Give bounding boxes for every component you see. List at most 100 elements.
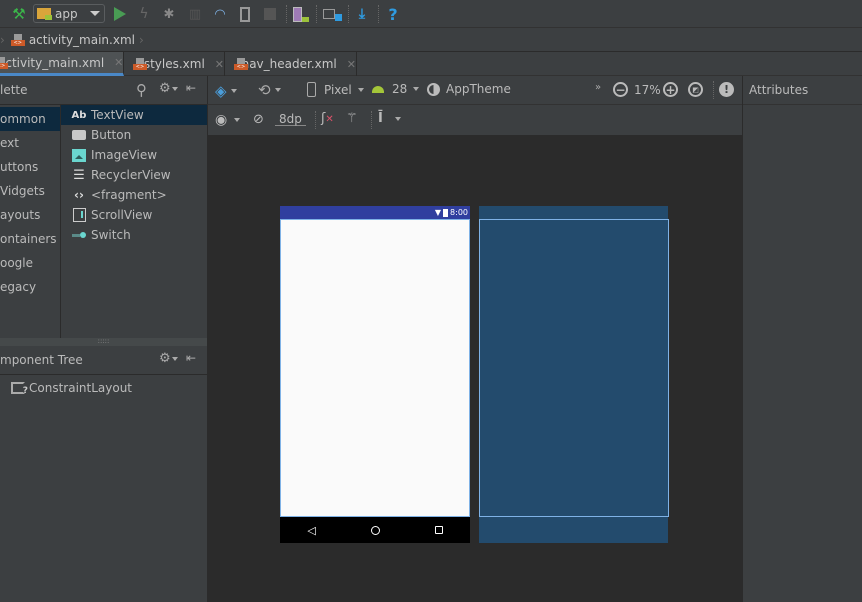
design-preview[interactable]: ▼ 8:00 ◁ <box>280 206 470 543</box>
palette-item-imageview[interactable]: ImageView <box>61 145 207 165</box>
breadcrumb-file[interactable]: activity_main.xml <box>29 33 135 47</box>
stop-icon[interactable] <box>262 4 278 24</box>
zoom-fit-icon: ◩ <box>688 82 703 97</box>
palette-item-label: TextView <box>91 108 144 122</box>
constraint-toolbar: ◉ ⊘ 8dp ʃ✕ ⚚ Ī <box>207 105 742 135</box>
overflow-icon[interactable]: » <box>595 82 601 93</box>
palette-item-label: ScrollView <box>91 208 153 222</box>
palette-item-switch[interactable]: Switch <box>61 225 207 245</box>
tab-label: activity_main.xml <box>0 55 105 70</box>
tab-nav-header[interactable]: nav_header.xml ✕ <box>225 52 357 76</box>
palette-item-button[interactable]: Button <box>61 125 207 145</box>
palette-category-layouts[interactable]: ayouts <box>0 203 60 227</box>
zoom-in-icon: + <box>663 82 678 97</box>
zoom-fit-button[interactable]: ◩ <box>688 82 703 97</box>
close-icon[interactable]: ✕ <box>215 58 224 71</box>
default-margin-select[interactable]: 8dp <box>275 112 306 126</box>
textview-icon: Ab <box>71 109 87 121</box>
status-bar: ▼ 8:00 <box>280 206 470 219</box>
clear-constraints-button[interactable]: ʃ✕ <box>321 111 334 126</box>
palette-header: lette ⚲ ⚙ ⇤ <box>0 76 207 105</box>
panel-splitter[interactable]: ::::: <box>0 338 207 346</box>
constraintlayout-preview[interactable] <box>280 219 470 517</box>
tab-label: nav_header.xml <box>241 57 337 71</box>
build-icon[interactable]: ⚒ <box>10 4 28 24</box>
palette-category-legacy[interactable]: egacy <box>0 275 60 299</box>
palette-category-widgets[interactable]: Vidgets <box>0 179 60 203</box>
xml-file-icon <box>10 33 25 46</box>
switch-icon <box>72 228 86 242</box>
hide-panel-icon[interactable]: ⇤ <box>186 81 196 95</box>
attributes-title: Attributes <box>749 83 809 97</box>
warnings-button[interactable]: ! <box>719 82 734 97</box>
palette-category-common[interactable]: ommon <box>0 107 60 131</box>
close-icon[interactable]: ✕ <box>347 58 356 71</box>
guidelines-button[interactable]: Ī <box>378 111 401 126</box>
scrollview-icon <box>72 208 86 222</box>
debug-icon[interactable]: ✱ <box>160 4 178 24</box>
autoconnect-toggle[interactable]: ⊘ <box>253 112 264 127</box>
fragment-icon: ‹› <box>74 188 84 202</box>
design-surface-button[interactable]: ◈ <box>215 82 237 100</box>
profiler-icon[interactable]: ◠ <box>211 4 229 24</box>
palette-category-google[interactable]: oogle <box>0 251 60 275</box>
toolbar-separator <box>286 5 287 23</box>
chevron-down-icon <box>90 11 100 16</box>
gear-icon[interactable]: ⚙ <box>159 81 178 96</box>
api-level-select[interactable]: 28 <box>372 82 420 96</box>
palette-item-textview[interactable]: Ab TextView <box>61 105 207 125</box>
orientation-button[interactable]: ⟲ <box>258 81 281 99</box>
zoom-out-button[interactable]: − <box>613 82 628 97</box>
align-icon: Ī <box>378 111 383 126</box>
clear-constraints-icon: ʃ✕ <box>321 111 334 126</box>
profile-icon[interactable]: ▥ <box>186 4 204 24</box>
palette-categories: ommon ext uttons Vidgets ayouts ontainer… <box>0 105 61 338</box>
layers-icon: ◈ <box>215 82 227 100</box>
palette-item-label: RecyclerView <box>91 168 171 182</box>
component-tree-title: mponent Tree <box>0 353 83 367</box>
blueprint-preview[interactable] <box>479 206 669 543</box>
magnet-off-icon: ⊘ <box>253 112 264 127</box>
infer-constraints-button[interactable]: ⚚ <box>346 111 358 126</box>
toolbar-separator <box>316 5 317 23</box>
toolbar-separator <box>378 5 379 23</box>
help-icon[interactable]: ? <box>385 4 401 24</box>
attributes-header: Attributes <box>743 76 862 105</box>
palette-category-text[interactable]: ext <box>0 131 60 155</box>
battery-icon <box>443 208 449 217</box>
zoom-in-button[interactable]: + <box>663 82 678 97</box>
zoom-level: 17% <box>634 83 661 97</box>
status-time: 8:00 <box>450 208 468 217</box>
attach-debugger-icon[interactable] <box>237 4 253 24</box>
apply-changes-icon[interactable]: ϟ <box>137 4 151 24</box>
avd-manager-icon[interactable] <box>292 4 310 24</box>
close-icon[interactable]: ✕ <box>114 56 123 69</box>
hide-panel-icon[interactable]: ⇤ <box>186 351 196 365</box>
tab-styles[interactable]: styles.xml ✕ <box>124 52 225 76</box>
palette-item-label: <fragment> <box>91 188 167 202</box>
run-config-select[interactable]: app <box>33 4 105 23</box>
navigation-bar: ◁ <box>280 517 470 543</box>
tree-node-constraintlayout[interactable]: ? ConstraintLayout <box>0 376 207 400</box>
palette-category-buttons[interactable]: uttons <box>0 155 60 179</box>
gear-icon[interactable]: ⚙ <box>159 351 178 366</box>
theme-icon <box>427 82 440 96</box>
recyclerview-icon: ☰ <box>73 167 85 183</box>
palette-item-scrollview[interactable]: ScrollView <box>61 205 207 225</box>
search-icon[interactable]: ⚲ <box>136 81 147 99</box>
theme-select[interactable]: AppTheme <box>427 82 511 96</box>
device-select[interactable]: Pixel <box>307 82 364 97</box>
toolbar-separator <box>315 111 316 129</box>
wifi-icon: ▼ <box>434 208 442 217</box>
view-options-button[interactable]: ◉ <box>215 112 241 128</box>
sdk-manager-icon[interactable]: ⤓ <box>353 4 371 24</box>
palette-category-containers[interactable]: ontainers <box>0 227 60 251</box>
palette-item-label: Button <box>91 128 132 142</box>
constraintlayout-blueprint[interactable] <box>479 219 669 517</box>
palette-item-recyclerview[interactable]: ☰ RecyclerView <box>61 165 207 185</box>
project-structure-icon[interactable] <box>322 4 342 24</box>
palette-item-fragment[interactable]: ‹› <fragment> <box>61 185 207 205</box>
editor-tabs: activity_main.xml ✕ styles.xml ✕ nav_hea… <box>0 52 862 76</box>
tab-activity-main[interactable]: activity_main.xml ✕ <box>0 52 124 76</box>
run-icon[interactable] <box>112 4 128 24</box>
